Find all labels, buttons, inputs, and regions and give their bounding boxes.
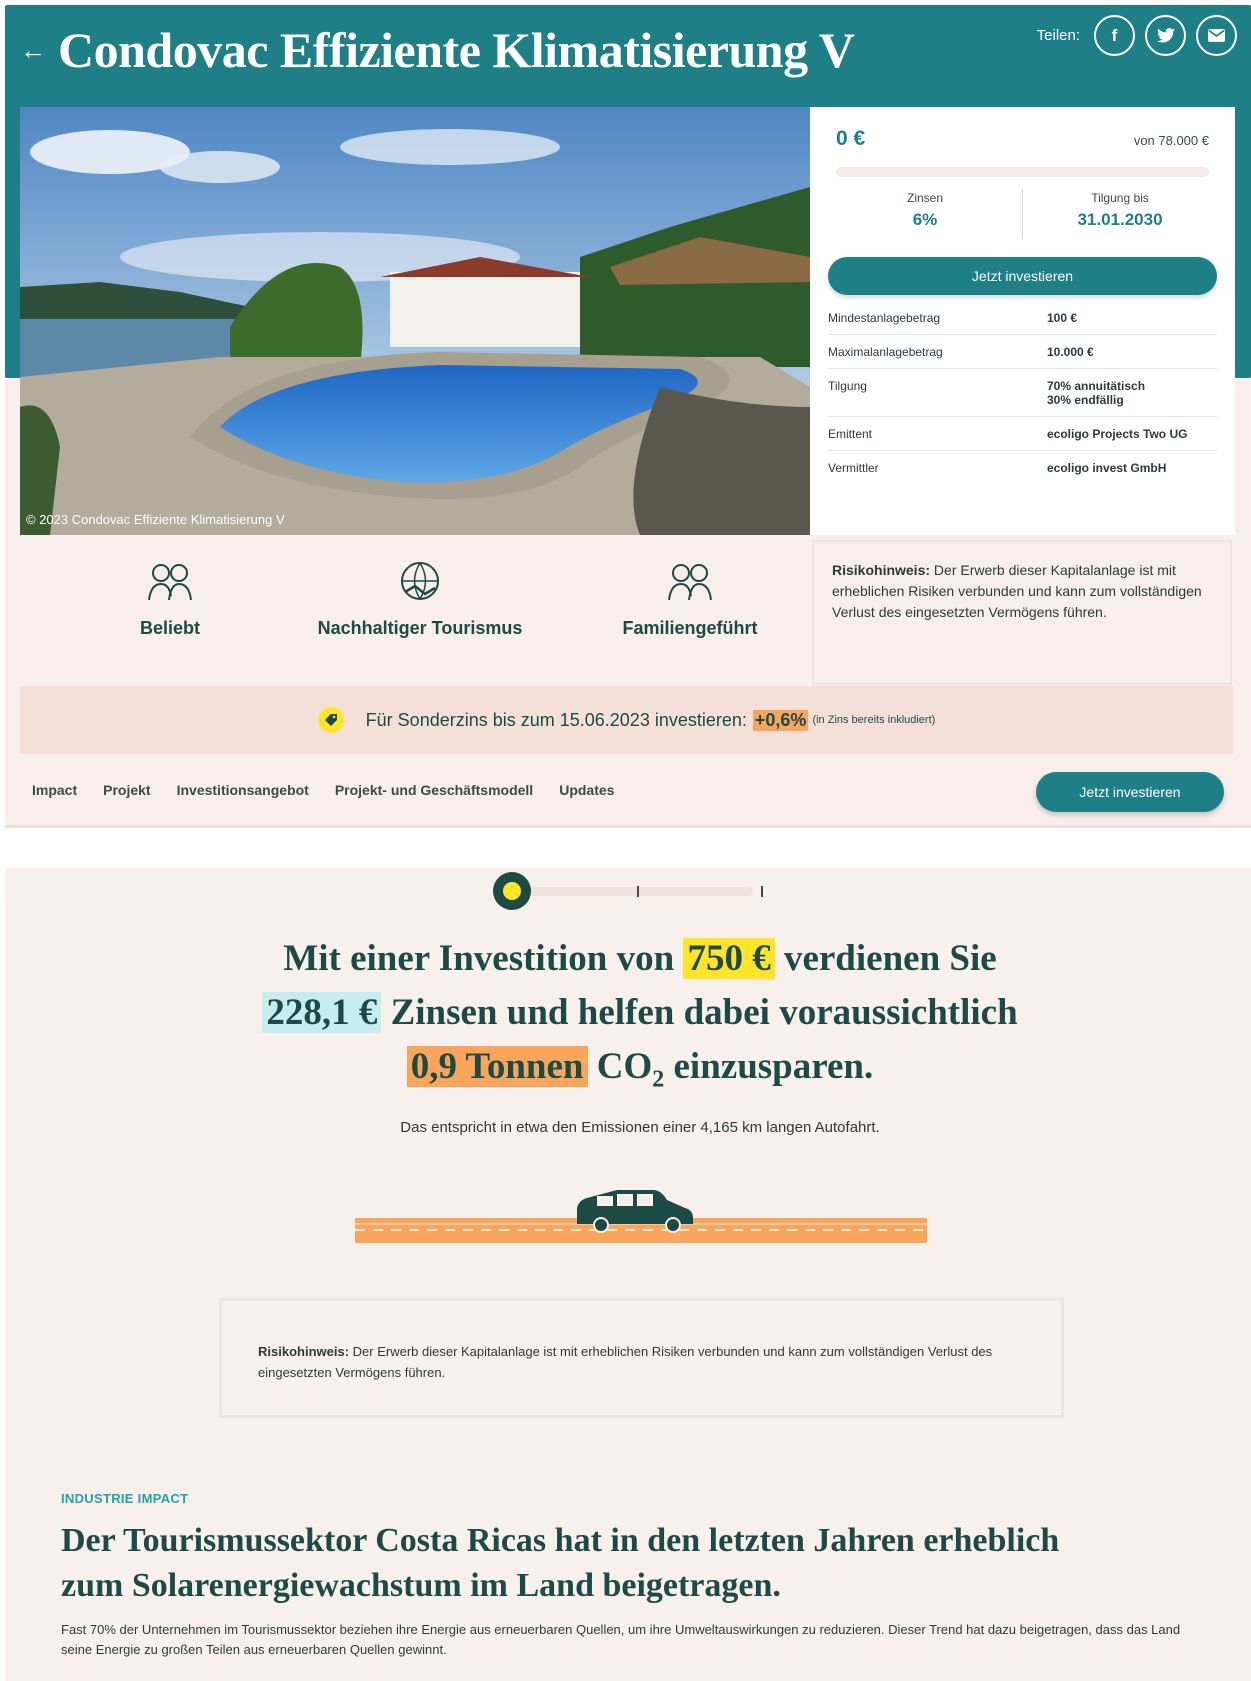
table-row: Vermittler ecoligo invest GmbH: [828, 451, 1217, 485]
feature-beliebt: Beliebt: [90, 560, 250, 639]
kpi-repayment: Tilgung bis 31.01.2030: [1022, 189, 1217, 239]
headline-text: einzusparen.: [673, 1046, 874, 1087]
fact-label: Tilgung: [828, 368, 1007, 417]
fact-label: Maximalanlagebetrag: [828, 334, 1007, 369]
invest-button[interactable]: Jetzt investieren: [828, 257, 1217, 295]
project-photo: © 2023 Condovac Effiziente Klimatisierun…: [20, 107, 810, 535]
amount-row: 0 € von 78.000 €: [828, 127, 1217, 151]
slider-track[interactable]: [513, 887, 753, 896]
slider-handle[interactable]: [493, 872, 531, 910]
section-text: Fast 70% der Unternehmen im Tourismussek…: [61, 1622, 1181, 1657]
bonus-highlight: +0,6%: [752, 709, 809, 731]
facebook-icon[interactable]: f: [1094, 15, 1135, 56]
investment-amount: 750 €: [683, 938, 775, 979]
road-illustration: [355, 1190, 927, 1243]
table-row: Maximalanlagebetrag 10.000 €: [828, 334, 1217, 369]
nav-invest-button[interactable]: Jetzt investieren: [1036, 772, 1224, 812]
feature-list: Beliebt Nachhaltiger Tourismus Familieng…: [20, 560, 810, 680]
fact-value-line: 70% annuitätisch: [1047, 379, 1146, 393]
funding-progress-bar: [836, 167, 1209, 177]
table-row: Tilgung 70% annuitätisch 30% endfällig: [828, 368, 1217, 417]
risk-notice-box-2: Risikohinweis: Der Erwerb dieser Kapital…: [219, 1298, 1064, 1418]
page: ← Condovac Effiziente Klimatisierung V T…: [0, 0, 1251, 1681]
bonus-note: (in Zins bereits inkludiert): [812, 714, 936, 726]
feature-label: Nachhaltiger Tourismus: [317, 618, 523, 638]
fact-value: 10.000 €: [1007, 334, 1217, 369]
interest-amount: 228,1 €: [262, 992, 382, 1033]
feature-nachhaltig: Nachhaltiger Tourismus: [290, 560, 550, 639]
headline-text: Zinsen und helfen dabei voraussichtlich: [390, 992, 1018, 1033]
feature-label: Beliebt: [139, 618, 200, 638]
kpi-repayment-label: Tilgung bis: [1091, 191, 1149, 205]
funded-amount: 0 €: [836, 127, 866, 150]
page-title: Condovac Effiziente Klimatisierung V: [58, 22, 855, 78]
kpi-interest: Zinsen 6%: [828, 189, 1022, 239]
facts-table: Mindestanlagebetrag 100 € Maximalanlageb…: [828, 301, 1217, 484]
fact-label: Mindestanlagebetrag: [828, 301, 1007, 335]
risk-notice-bold: Risikohinweis:: [832, 562, 931, 578]
fact-value: 70% annuitätisch 30% endfällig: [1007, 368, 1217, 417]
mail-icon[interactable]: [1196, 15, 1237, 56]
family-icon: [590, 560, 790, 608]
arrow-left-icon[interactable]: ←: [20, 35, 58, 66]
nav-item-impact[interactable]: Impact: [32, 782, 77, 798]
pool-scene-image: [20, 107, 810, 535]
headline-text: verdienen Sie: [783, 938, 997, 979]
slider-tick: [761, 886, 763, 897]
slider-tick: [637, 886, 639, 897]
fact-label: Vermittler: [828, 461, 879, 475]
section-eyebrow: INDUSTRIE IMPACT: [61, 1491, 189, 1506]
section-title: Der Tourismussektor Costa Ricas hat in d…: [61, 1522, 1060, 1604]
share-bar: Teilen: f: [1037, 15, 1237, 56]
funding-goal: von 78.000 €: [1133, 133, 1209, 148]
tag-icon: [317, 707, 344, 733]
fact-value: 100 €: [1007, 301, 1217, 335]
bonus-banner: Für Sonderzins bis zum 15.06.2023 invest…: [20, 686, 1233, 754]
globe-handshake-icon: [290, 560, 550, 608]
table-row: Emittent ecoligo Projects Two UG: [828, 416, 1217, 451]
share-label: Teilen:: [1036, 27, 1080, 44]
fact-value-line: 30% endfällig: [1047, 393, 1124, 407]
kpi-repayment-value: 31.01.2030: [1077, 210, 1163, 229]
fact-value: ecoligo invest GmbH: [1047, 461, 1167, 475]
co2-label: CO: [596, 1046, 653, 1087]
risk-notice-bold: Risikohinweis:: [258, 1344, 350, 1359]
nav-item-updates[interactable]: Updates: [559, 782, 614, 798]
feature-familie: Familiengeführt: [590, 560, 790, 639]
co2-amount: 0,9 Tonnen: [406, 1046, 588, 1087]
bonus-text: Für Sonderzins bis zum 15.06.2023 invest…: [365, 709, 747, 730]
emission-equivalent: Das entspricht in etwa den Emissionen ei…: [400, 1119, 880, 1136]
nav-item-investitionsangebot[interactable]: Investitionsangebot: [177, 782, 309, 798]
fact-label: Emittent: [828, 416, 1007, 451]
section-nav: Impact Projekt Investitionsangebot Proje…: [5, 754, 1251, 828]
twitter-icon[interactable]: [1145, 15, 1186, 56]
nav-item-geschaeftsmodell[interactable]: Projekt- und Geschäftsmodell: [335, 782, 533, 798]
kpi-interest-value: 6%: [912, 210, 938, 229]
risk-notice-text: Der Erwerb dieser Kapitalanlage ist mit …: [258, 1344, 993, 1380]
kpi-row: Zinsen 6% Tilgung bis 31.01.2030: [828, 189, 1217, 239]
fact-value: ecoligo Projects Two UG: [1007, 416, 1217, 451]
impact-headline: Mit einer Investition von 750 € verdiene…: [150, 932, 1130, 1106]
kpi-interest-label: Zinsen: [906, 191, 944, 205]
co2-subscript: 2: [652, 1066, 665, 1093]
investment-slider[interactable]: [493, 872, 768, 910]
feature-label: Familiengeführt: [622, 618, 758, 638]
photo-caption: © 2023 Condovac Effiziente Klimatisierun…: [26, 512, 285, 527]
table-row: Mindestanlagebetrag 100 €: [828, 301, 1217, 335]
risk-notice-box: Risikohinweis: Der Erwerb dieser Kapital…: [812, 540, 1232, 685]
nav-item-projekt[interactable]: Projekt: [103, 782, 150, 798]
investment-card: 0 € von 78.000 € Zinsen 6% Tilgung bis 3…: [810, 107, 1235, 535]
people-icon: [90, 560, 250, 608]
headline-text: Mit einer Investition von: [283, 938, 675, 979]
